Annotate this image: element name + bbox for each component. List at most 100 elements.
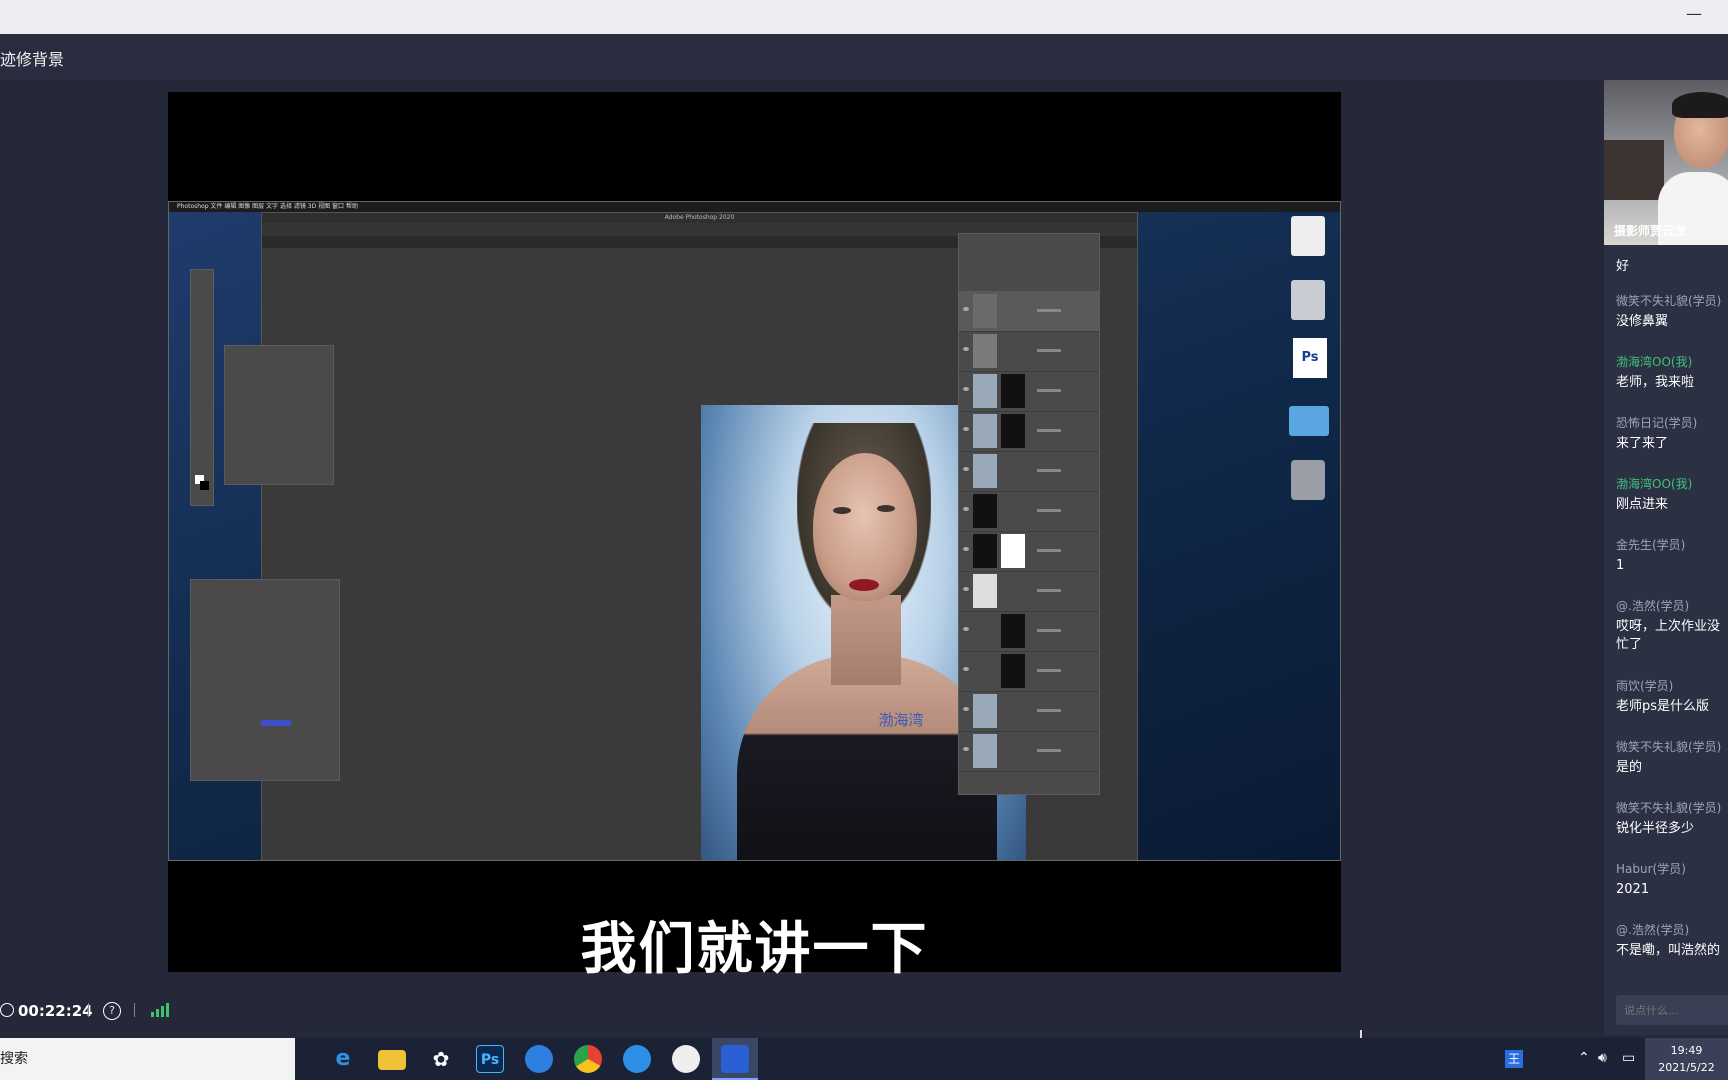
disk-icon (1291, 460, 1325, 500)
layer-row (959, 451, 1099, 492)
layer-row (959, 651, 1099, 692)
chat-text: 是的 (1616, 760, 1643, 775)
layer-row (959, 691, 1099, 732)
layer-row (959, 411, 1099, 452)
window-top-bar: — (0, 0, 1728, 34)
image-file-icon (1291, 280, 1325, 320)
chat-text: 1 (1616, 558, 1625, 573)
chat-message: 微笑不失礼貌(学员) 是的 (1616, 738, 1728, 777)
chat-sender: 微笑不失礼貌(学员) (1616, 294, 1722, 308)
chat-sender: 渤海湾OO(我) (1616, 355, 1693, 369)
teacher-video[interactable]: 摄影师贾云龙 (1604, 80, 1728, 245)
chat-text: 来了来了 (1616, 436, 1669, 451)
photoshop-icon[interactable]: Ps (476, 1045, 504, 1073)
help-icon[interactable]: ? (103, 1002, 121, 1020)
eye-right (877, 505, 895, 512)
file-explorer-icon[interactable] (378, 1050, 406, 1070)
chat-text: 锐化半径多少 (1616, 821, 1695, 836)
layer-row (959, 491, 1099, 532)
psd-file-icon: Ps (1293, 338, 1327, 378)
clock-date: 2021/5/22 (1658, 1061, 1715, 1074)
layer-row (959, 291, 1099, 332)
chat-sender: 金先生(学员) (1616, 538, 1686, 552)
chrome-icon[interactable] (574, 1045, 602, 1073)
chat-text: 2021 (1616, 882, 1650, 897)
chat-message: 金先生(学员) 1 (1616, 536, 1728, 575)
chat-sender: 恐怖日记(学员) (1616, 416, 1698, 430)
chat-message: Habur(学员) 2021 (1616, 860, 1728, 899)
separator (134, 1003, 135, 1017)
minimize-button[interactable]: — (1686, 4, 1702, 23)
layer-row (959, 611, 1099, 652)
mac-menu-bar: Photoshop 文件 编辑 图像 图层 文字 选择 滤镜 3D 视图 窗口 … (169, 202, 1340, 212)
chat-message: @.浩然(学员) 不是嘞，叫浩然的 (1616, 921, 1728, 960)
folder-icon (1289, 406, 1329, 436)
separator (88, 1003, 89, 1017)
ps-title: Adobe Photoshop 2020 (262, 213, 1137, 223)
color-swatch (261, 720, 291, 726)
ps-layers-panel (958, 233, 1100, 795)
shared-screen: Photoshop 文件 编辑 图像 图层 文字 选择 滤镜 3D 视图 窗口 … (168, 201, 1341, 861)
chat-text: 哎呀，上次作业没 忙了 (1616, 619, 1721, 652)
watermark-text: 渤海湾 (878, 711, 924, 729)
ime-icon[interactable]: 王 (1505, 1050, 1523, 1068)
chat-message: 好 (1616, 254, 1728, 276)
layer-row (959, 731, 1099, 772)
ps-history-panel (224, 345, 334, 485)
elapsed-time: 00:22:24 (18, 1002, 93, 1020)
taskbar-search[interactable]: 搜索 (0, 1038, 295, 1080)
clock-time: 19:49 (1670, 1044, 1703, 1057)
ps-toolbar (190, 269, 214, 506)
tray-expand-icon[interactable]: ⌃ (1578, 1050, 1590, 1066)
clock-icon (0, 1003, 14, 1017)
messenger-icon[interactable] (525, 1045, 553, 1073)
photoshop-window: Adobe Photoshop 2020 渤海湾 (190, 212, 1138, 860)
chat-text: 没修鼻翼 (1616, 314, 1669, 329)
windows-taskbar: 搜索 e ✿ Ps 王 ⌃ 🔊︎ ▭ 19:49 2021/5/22 (0, 1038, 1728, 1080)
background-color-icon (200, 481, 209, 490)
chat-input[interactable] (1616, 995, 1728, 1025)
chat-sender: 微笑不失礼貌(学员) (1616, 801, 1722, 815)
layer-row (959, 371, 1099, 412)
chat-message: 雨饮(学员) 老师ps是什么版 (1616, 677, 1728, 716)
lips-shape (849, 579, 879, 591)
chat-message: @.浩然(学员) 哎呀，上次作业没 忙了 (1616, 597, 1728, 654)
chat-sender: Habur(学员) (1616, 862, 1686, 876)
layer-row (959, 531, 1099, 572)
network-icon[interactable]: ▭ (1622, 1050, 1635, 1066)
teacher-name: 摄影师贾云龙 (1614, 224, 1687, 238)
chat-text: 好 (1616, 259, 1630, 274)
chat-message: 渤海湾OO(我) 老师，我来啦 (1616, 353, 1728, 392)
edge-browser-icon[interactable]: e (329, 1045, 357, 1073)
chat-message: 渤海湾OO(我) 刚点进来 (1616, 475, 1728, 514)
course-title: 迹修背景 (0, 50, 65, 69)
chat-sender: 渤海湾OO(我) (1616, 477, 1693, 491)
taskbar-clock[interactable]: 19:49 2021/5/22 (1645, 1038, 1728, 1080)
chat-text: 不是嘞，叫浩然的 (1616, 943, 1721, 958)
volume-icon[interactable]: 🔊︎ (1598, 1050, 1607, 1066)
eye-left (833, 507, 851, 514)
chat-sender: 微笑不失礼貌(学员) (1616, 740, 1722, 754)
media-player-icon[interactable] (672, 1045, 700, 1073)
neck-shape (831, 595, 901, 685)
ie-browser-icon[interactable] (623, 1045, 651, 1073)
teacher-hair (1672, 92, 1728, 118)
video-player[interactable]: Photoshop 文件 编辑 图像 图层 文字 选择 滤镜 3D 视图 窗口 … (168, 92, 1341, 982)
chat-sender: @.浩然(学员) (1616, 599, 1690, 613)
chat-sender: 雨饮(学员) (1616, 679, 1674, 693)
chat-message: 微笑不失礼貌(学员) 没修鼻翼 (1616, 292, 1728, 331)
playback-status: 00:22:24 ? (0, 997, 400, 1027)
chat-sender: @.浩然(学员) (1616, 923, 1690, 937)
classroom-app-icon[interactable] (721, 1045, 749, 1073)
chat-text: 老师，我来啦 (1616, 375, 1695, 390)
room-background (1604, 140, 1664, 200)
layer-row (959, 331, 1099, 372)
course-header (0, 34, 1728, 80)
chat-message: 恐怖日记(学员) 来了来了 (1616, 414, 1728, 453)
chat-text: 刚点进来 (1616, 497, 1669, 512)
chat-message: 微笑不失礼貌(学员) 锐化半径多少 (1616, 799, 1728, 838)
chat-text: 老师ps是什么版 (1616, 699, 1710, 714)
layer-row (959, 571, 1099, 612)
app-flower-icon[interactable]: ✿ (427, 1045, 455, 1073)
chat-sidebar: 摄影师贾云龙 好 微笑不失礼貌(学员) 没修鼻翼 渤海湾OO(我) 老师，我来啦… (1604, 80, 1728, 1035)
